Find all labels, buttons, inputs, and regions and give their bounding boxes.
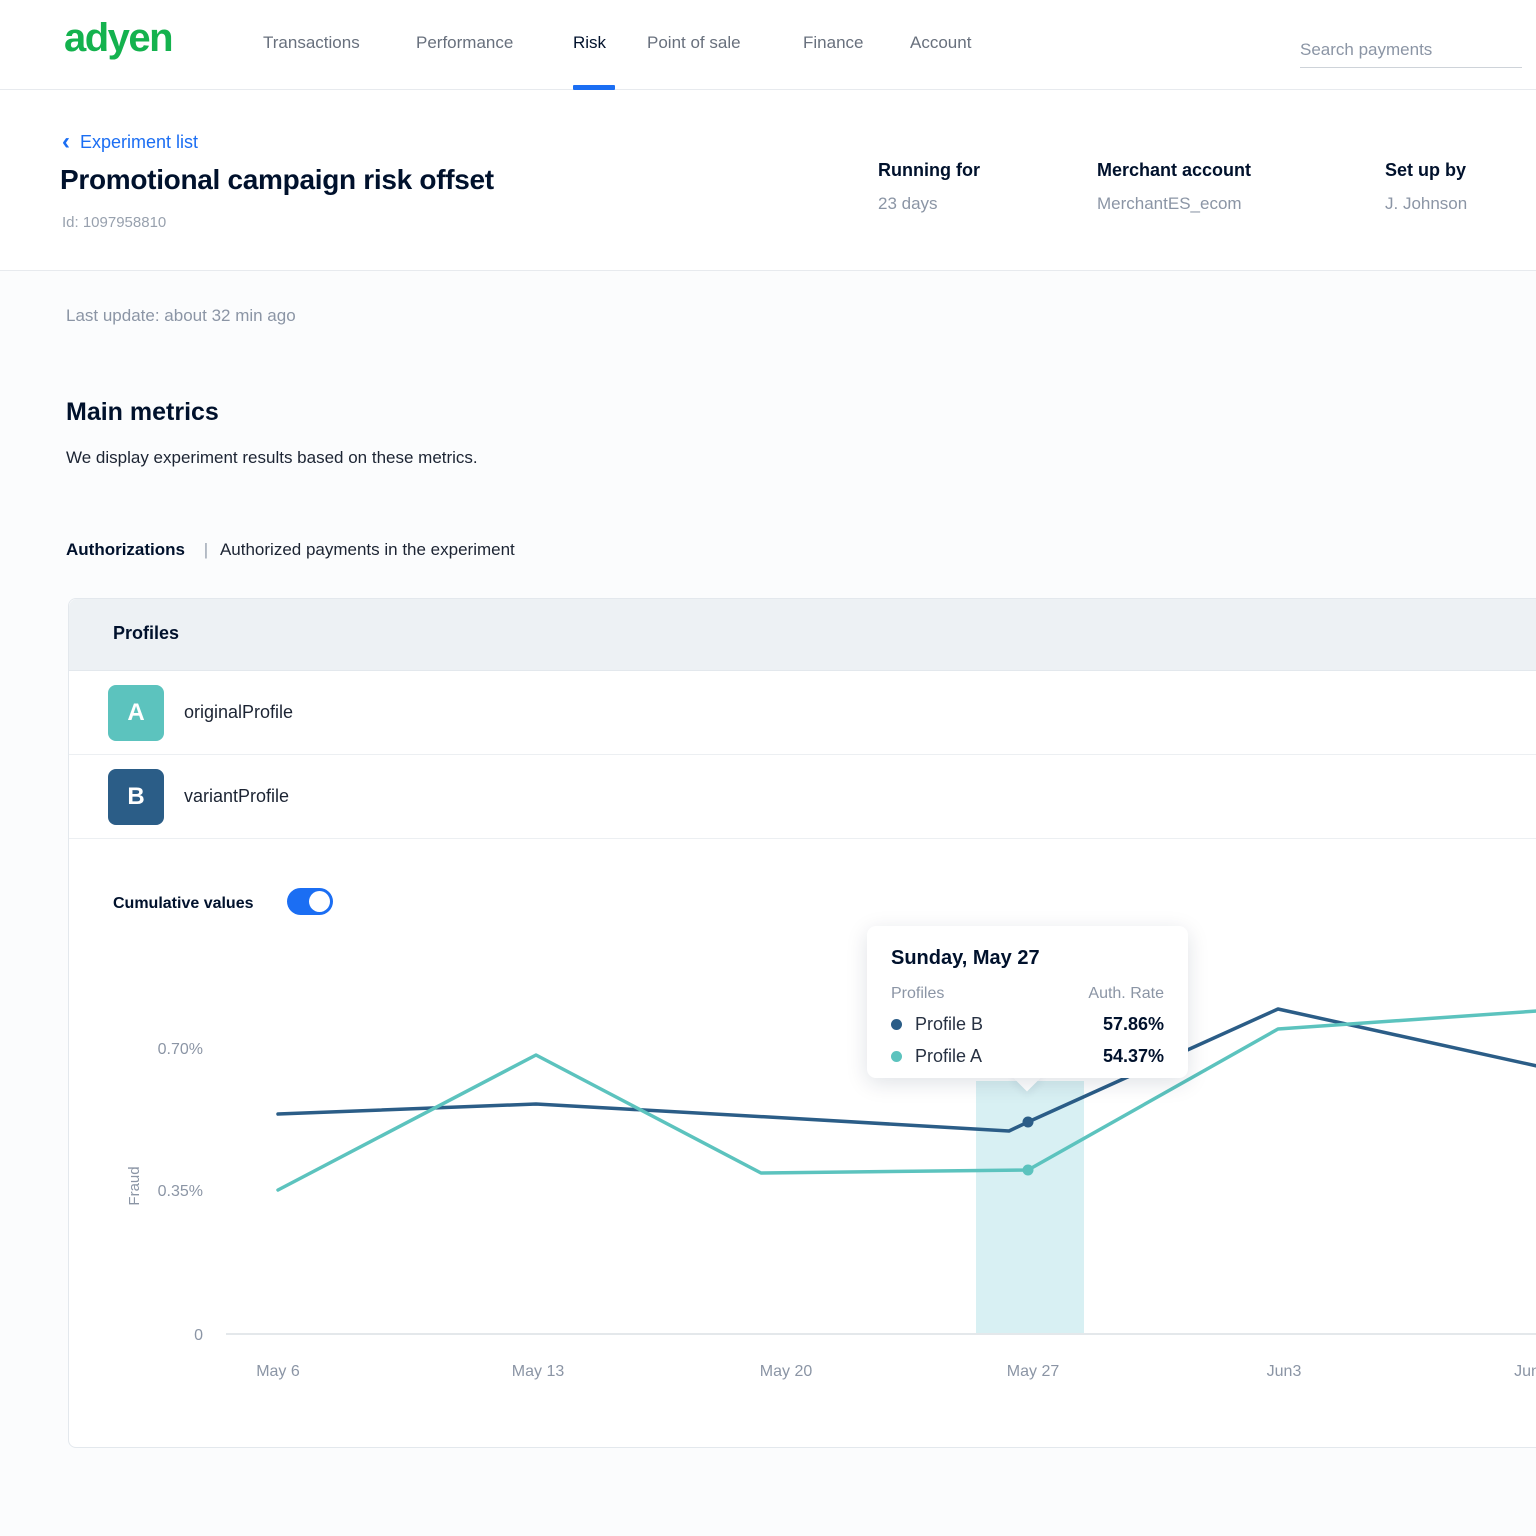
search-input[interactable] xyxy=(1300,32,1522,68)
tooltip-col-profiles: Profiles xyxy=(891,985,944,1003)
profiles-header-label: Profiles xyxy=(113,623,179,644)
page-header: ‹ Experiment list Promotional campaign ri… xyxy=(0,90,1536,271)
profile-a-badge: A xyxy=(108,685,164,741)
breadcrumb[interactable]: ‹ Experiment list xyxy=(62,127,198,155)
metric-description: Authorized payments in the experiment xyxy=(220,540,515,559)
nav-item-account[interactable]: Account xyxy=(910,33,971,53)
breadcrumb-label: Experiment list xyxy=(80,132,198,152)
page-title: Promotional campaign risk offset xyxy=(60,164,494,196)
meta-value: MerchantES_ecom xyxy=(1097,194,1251,214)
profile-a-bullet-icon xyxy=(891,1051,902,1062)
adyen-logo[interactable]: adyen xyxy=(64,16,172,61)
last-update-text: Last update: about 32 min ago xyxy=(66,306,296,326)
back-chevron-icon: ‹ xyxy=(62,128,70,155)
active-tab-underline xyxy=(573,85,615,90)
nav-item-point-of-sale[interactable]: Point of sale xyxy=(647,33,741,53)
metric-line: Authorizations | Authorized payments in … xyxy=(66,540,515,560)
meta-label: Running for xyxy=(878,160,980,181)
metric-separator: | xyxy=(204,540,208,559)
tooltip-profile-b-value: 57.86% xyxy=(1103,1014,1164,1035)
profile-row-b: B variantProfile xyxy=(69,755,1536,839)
meta-value: 23 days xyxy=(878,194,980,214)
meta-set-up-by: Set up by J. Johnson xyxy=(1385,160,1467,214)
nav-item-transactions[interactable]: Transactions xyxy=(263,33,360,53)
metric-name: Authorizations xyxy=(66,540,185,559)
meta-merchant-account: Merchant account MerchantES_ecom xyxy=(1097,160,1251,214)
auth-rate-line-chart[interactable]: 0.70% 0.35% 0 May 6 May 13 May 20 May 27 Jun3 Ju… xyxy=(69,939,1536,1449)
meta-value: J. Johnson xyxy=(1385,194,1467,214)
y-tick-label: 0 xyxy=(194,1327,203,1344)
data-point-marker[interactable] xyxy=(1023,1117,1034,1128)
tooltip-date: Sunday, May 27 xyxy=(891,947,1164,970)
x-tick-label: May 27 xyxy=(1007,1363,1060,1380)
toggle-knob xyxy=(309,891,330,912)
meta-label: Merchant account xyxy=(1097,160,1251,181)
x-tick-label: May 6 xyxy=(256,1363,300,1380)
tooltip-col-auth-rate: Auth. Rate xyxy=(1088,985,1164,1003)
meta-running-for: Running for 23 days xyxy=(878,160,980,214)
profile-b-name: variantProfile xyxy=(184,786,289,807)
profile-a-name: originalProfile xyxy=(184,702,293,723)
tooltip-profile-b-name: Profile B xyxy=(915,1014,983,1035)
data-point-marker[interactable] xyxy=(1023,1165,1034,1176)
meta-label: Set up by xyxy=(1385,160,1467,181)
cumulative-values-label: Cumulative values xyxy=(113,895,254,913)
tooltip-profile-a-name: Profile A xyxy=(915,1046,982,1067)
main-metrics-subtitle: We display experiment results based on t… xyxy=(66,448,478,468)
cumulative-values-toggle[interactable] xyxy=(287,888,333,915)
x-tick-label: May 13 xyxy=(512,1363,565,1380)
experiment-results-card: Profiles A originalProfile B variantProf… xyxy=(68,598,1536,1448)
y-tick-label: 0.35% xyxy=(158,1183,203,1200)
main-metrics-title: Main metrics xyxy=(66,398,219,427)
x-tick-label: May 20 xyxy=(760,1363,813,1380)
x-tick-label: Jun3 xyxy=(1267,1363,1302,1380)
nav-item-risk[interactable]: Risk xyxy=(573,33,606,53)
tooltip-profile-a-value: 54.37% xyxy=(1103,1046,1164,1067)
x-tick-label: Jun xyxy=(1514,1363,1536,1380)
profile-row-a: A originalProfile xyxy=(69,671,1536,755)
nav-item-performance[interactable]: Performance xyxy=(416,33,513,53)
y-tick-label: 0.70% xyxy=(158,1041,203,1058)
profile-b-bullet-icon xyxy=(891,1019,902,1030)
experiment-id: Id: 1097958810 xyxy=(62,214,166,231)
nav-item-finance[interactable]: Finance xyxy=(803,33,863,53)
profile-b-badge: B xyxy=(108,769,164,825)
top-nav: adyen Transactions Performance Risk Poin… xyxy=(0,0,1536,90)
profiles-table-header: Profiles xyxy=(69,599,1536,671)
y-axis-title: Fraud xyxy=(126,1166,143,1205)
chart-tooltip: Sunday, May 27 Profiles Auth. Rate Profi… xyxy=(867,926,1188,1078)
